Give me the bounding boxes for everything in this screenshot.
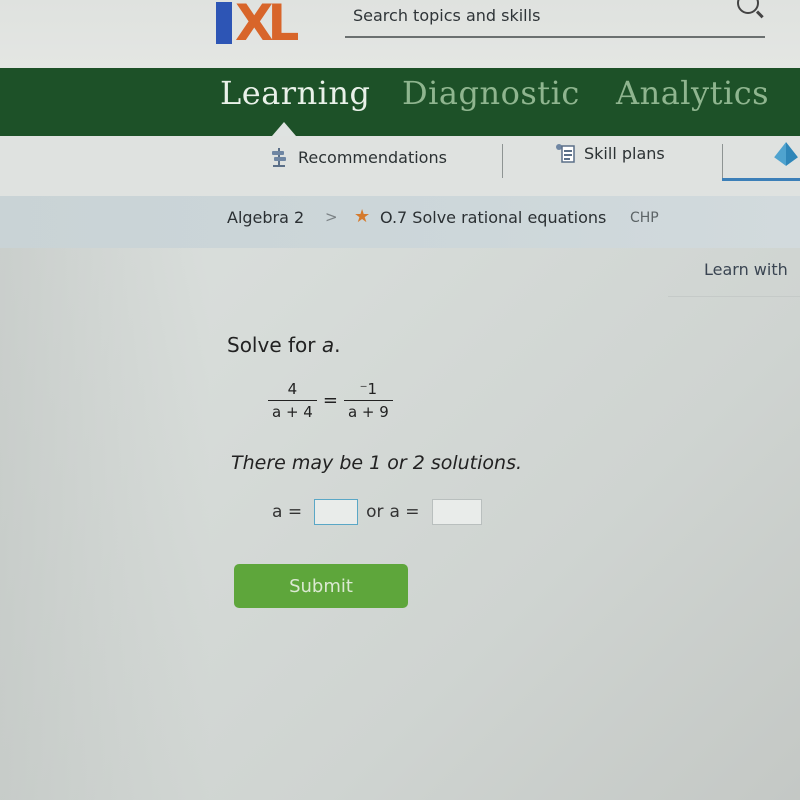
search-icon[interactable] <box>737 0 759 14</box>
tab-diagnostic[interactable]: Diagnostic <box>402 74 580 112</box>
prompt-variable: a <box>321 333 335 357</box>
skill-plan-icon <box>556 144 575 163</box>
submit-button[interactable]: Submit <box>234 564 408 608</box>
left-denominator: a + 4 <box>268 400 317 421</box>
divider <box>502 144 503 178</box>
right-numerator: ⁻1 <box>359 380 378 398</box>
subnav-skill-plans[interactable]: Skill plans <box>554 142 665 164</box>
logo-xl: XL <box>235 0 299 52</box>
answer-label-1: a = <box>272 502 303 522</box>
subnav-recommendations[interactable]: Recommendations <box>268 146 447 168</box>
signpost-icon <box>272 148 286 167</box>
prompt-text: Solve for <box>227 333 316 357</box>
question-prompt: Solve for a. <box>227 333 340 357</box>
breadcrumb: Algebra 2 > ★ O.7 Solve rational equatio… <box>0 196 800 248</box>
star-icon: ★ <box>354 206 371 227</box>
subnav-label: Recommendations <box>298 147 447 167</box>
prompt-end: . <box>334 333 341 357</box>
breadcrumb-separator: > <box>325 208 338 226</box>
breadcrumb-skill: O.7 Solve rational equations <box>380 208 607 227</box>
answer-label-2: a = <box>389 502 420 522</box>
solutions-note: There may be 1 or 2 solutions. <box>231 452 523 474</box>
or-label: or <box>366 502 384 522</box>
top-header: XL <box>0 0 800 68</box>
answer-input-2[interactable] <box>431 499 482 525</box>
equals-sign: = <box>322 390 338 411</box>
subnav-pyramid[interactable] <box>772 140 800 168</box>
answer-input-1[interactable] <box>314 499 359 525</box>
divider <box>722 144 723 178</box>
logo-i <box>216 2 232 44</box>
ixl-logo[interactable]: XL <box>216 0 299 52</box>
right-denominator: a + 9 <box>343 400 393 421</box>
left-numerator: 4 <box>287 380 298 398</box>
search-bar <box>345 0 765 38</box>
left-fraction: 4 a + 4 <box>268 380 317 421</box>
divider <box>668 296 800 297</box>
pyramid-icon <box>774 142 798 166</box>
main-nav: Learning Diagnostic Analytics <box>0 68 800 142</box>
active-tab-underline <box>722 178 800 181</box>
answer-row: a = or a = <box>272 499 488 525</box>
skill-code: CHP <box>630 210 659 226</box>
tab-learning[interactable]: Learning <box>220 74 371 112</box>
subnav-label: Skill plans <box>584 143 665 163</box>
breadcrumb-course[interactable]: Algebra 2 <box>227 208 304 227</box>
sub-nav: Recommendations Skill plans <box>0 136 800 197</box>
right-fraction: ⁻1 a + 9 <box>343 380 393 421</box>
tab-analytics[interactable]: Analytics <box>616 74 769 112</box>
equation: 4 a + 4 = ⁻1 a + 9 <box>268 380 393 421</box>
search-input[interactable] <box>353 0 713 30</box>
active-tab-caret <box>272 122 296 136</box>
learn-with-link[interactable]: Learn with <box>704 260 788 279</box>
